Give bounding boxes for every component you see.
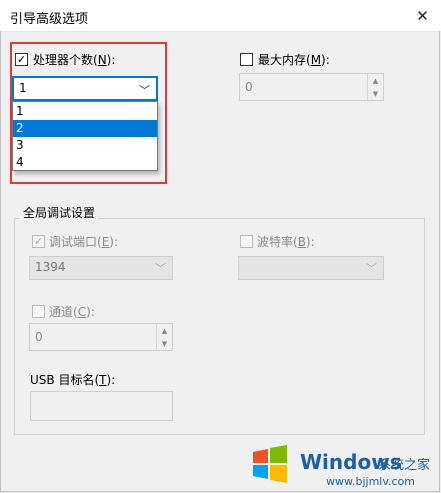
chevron-down-icon: ﹀ (155, 262, 166, 275)
spin-up-icon[interactable]: ▲ (368, 74, 383, 87)
max-memory-label: 最大内存(M): (258, 53, 330, 67)
channel-checkbox[interactable] (32, 305, 45, 318)
debug-port-label: 调试端口(E): (49, 235, 119, 249)
processors-option-1[interactable]: 1 (13, 103, 157, 120)
processors-combo[interactable]: 1 ﹀ (12, 76, 158, 101)
channel-value: 0 (35, 330, 43, 344)
watermark-cn-text: 系统之家 (378, 458, 431, 473)
debug-settings-title: 全局调试设置 (20, 204, 99, 221)
debug-port-checkbox[interactable]: ✓ (32, 235, 45, 248)
window-title: 引导高级选项 (10, 12, 89, 27)
debug-port-value: 1394 (35, 260, 66, 274)
max-memory-spinner[interactable]: 0 ▲ ▼ (239, 73, 384, 101)
windows-logo-icon (250, 444, 290, 484)
watermark-url: www.bjjmlv.com (326, 475, 415, 488)
processors-checkbox[interactable]: ✓ (15, 53, 28, 66)
usb-target-label: USB 目标名(T): (30, 373, 116, 387)
processors-label: 处理器个数(N): (33, 53, 116, 67)
close-button[interactable]: ✕ (404, 0, 441, 31)
close-icon: ✕ (416, 6, 429, 25)
baud-rate-label: 波特率(B): (257, 235, 315, 249)
spin-down-icon[interactable]: ▼ (368, 87, 383, 100)
processors-option-2[interactable]: 2 (13, 120, 157, 137)
processors-option-4[interactable]: 4 (13, 154, 157, 171)
processors-option-3[interactable]: 3 (13, 137, 157, 154)
max-memory-value: 0 (245, 80, 253, 94)
max-memory-checkbox[interactable] (240, 53, 253, 66)
spin-down-icon[interactable]: ▼ (157, 337, 172, 350)
channel-spinner[interactable]: 0 ▲ ▼ (29, 323, 173, 351)
chevron-down-icon: ﹀ (366, 262, 377, 275)
spin-up-icon[interactable]: ▲ (157, 324, 172, 337)
usb-target-input[interactable] (30, 391, 173, 421)
baud-rate-checkbox[interactable] (240, 235, 253, 248)
channel-label: 通道(C): (49, 305, 95, 319)
chevron-down-icon: ﹀ (139, 84, 150, 97)
processors-dropdown-list: 1 2 3 4 (12, 101, 158, 171)
debug-port-combo[interactable]: 1394 ﹀ (29, 256, 173, 280)
baud-rate-combo[interactable]: ﹀ (238, 256, 384, 280)
processors-selected-value: 1 (19, 81, 27, 95)
